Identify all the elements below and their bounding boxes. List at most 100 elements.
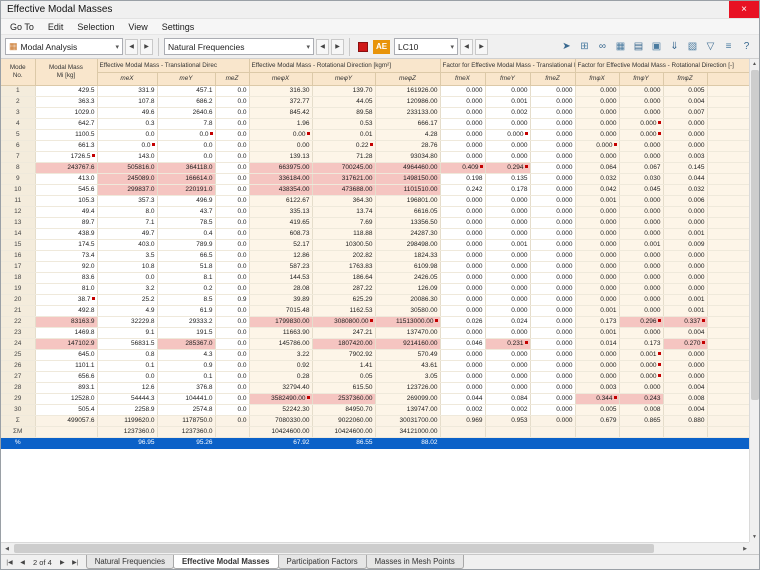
cell[interactable]: 0.000 bbox=[530, 217, 576, 229]
cell[interactable]: 0.173 bbox=[619, 338, 664, 350]
cell[interactable]: 1237360.0 bbox=[157, 426, 216, 438]
cell[interactable]: 0.409 bbox=[440, 162, 486, 174]
menu-selection[interactable]: Selection bbox=[70, 19, 121, 34]
cell[interactable]: 0.000 bbox=[485, 118, 531, 130]
cell[interactable]: 0.000 bbox=[663, 250, 708, 262]
cell[interactable]: 54444.3 bbox=[97, 393, 158, 405]
row-header[interactable]: 16 bbox=[1, 250, 36, 262]
cell[interactable]: 0.000 bbox=[440, 129, 486, 141]
cell[interactable] bbox=[215, 437, 250, 449]
cell[interactable]: 0.000 bbox=[485, 217, 531, 229]
cell[interactable]: 4.28 bbox=[375, 129, 441, 141]
cell[interactable]: 0.000 bbox=[530, 327, 576, 339]
cell[interactable]: 0.92 bbox=[249, 360, 313, 372]
cell[interactable]: 0.000 bbox=[485, 382, 531, 394]
cell[interactable]: 0.0 bbox=[97, 140, 158, 152]
cell[interactable]: 0.000 bbox=[485, 371, 531, 383]
cell[interactable]: 0.001 bbox=[619, 349, 664, 361]
cell[interactable]: 438.9 bbox=[35, 228, 98, 240]
cell[interactable]: 81.0 bbox=[35, 283, 98, 295]
row-header[interactable]: 2 bbox=[1, 96, 36, 108]
cell[interactable] bbox=[530, 437, 576, 449]
row-header[interactable]: 9 bbox=[1, 173, 36, 185]
cell[interactable]: 0.242 bbox=[440, 184, 486, 196]
tab-natural-frequencies[interactable]: Natural Frequencies bbox=[85, 555, 174, 569]
cell[interactable]: 0.000 bbox=[440, 250, 486, 262]
cell[interactable]: 11663.90 bbox=[249, 327, 313, 339]
cell[interactable]: 0.0 bbox=[215, 107, 250, 119]
cell[interactable]: 120986.00 bbox=[375, 96, 441, 108]
cell[interactable]: 0.000 bbox=[440, 272, 486, 284]
cell[interactable]: 0.000 bbox=[530, 360, 576, 372]
cell[interactable]: 30031700.00 bbox=[375, 415, 441, 427]
cell[interactable]: 166614.0 bbox=[157, 173, 216, 185]
cell[interactable]: 49.4 bbox=[35, 206, 98, 218]
cell[interactable]: 10.8 bbox=[97, 261, 158, 273]
analysis-type-combo[interactable]: ▦ Modal Analysis ▾ bbox=[5, 38, 123, 55]
cell[interactable]: 7080330.00 bbox=[249, 415, 313, 427]
cell[interactable]: 0.4 bbox=[157, 228, 216, 240]
cell[interactable]: 6122.67 bbox=[249, 195, 313, 207]
cell[interactable]: 96.95 bbox=[97, 437, 158, 449]
cell[interactable]: 10424600.00 bbox=[249, 426, 313, 438]
cell[interactable]: 0.000 bbox=[440, 85, 486, 97]
cell[interactable]: 0.000 bbox=[530, 283, 576, 295]
cell[interactable]: 7015.48 bbox=[249, 305, 313, 317]
group-header-0[interactable]: Effective Modal Mass - Translational Dir… bbox=[97, 59, 250, 73]
cell[interactable]: 78.5 bbox=[157, 217, 216, 229]
cell[interactable]: 123726.00 bbox=[375, 382, 441, 394]
cell[interactable]: 0.000 bbox=[619, 261, 664, 273]
cell[interactable]: 0.000 bbox=[530, 107, 576, 119]
cell[interactable]: 0.0 bbox=[215, 283, 250, 295]
cell[interactable]: 0.000 bbox=[575, 217, 620, 229]
cell[interactable]: 118.88 bbox=[312, 228, 376, 240]
cell[interactable]: 0.145 bbox=[663, 162, 708, 174]
cell[interactable]: 0.000 bbox=[440, 327, 486, 339]
cell[interactable]: 0.004 bbox=[663, 96, 708, 108]
cell[interactable]: 1.96 bbox=[249, 118, 313, 130]
cell[interactable]: 3.5 bbox=[97, 250, 158, 262]
cell[interactable]: 0.0 bbox=[157, 140, 216, 152]
cell[interactable]: 202.82 bbox=[312, 250, 376, 262]
row-header[interactable]: 17 bbox=[1, 261, 36, 273]
cell[interactable]: 336184.00 bbox=[249, 173, 313, 185]
cell[interactable]: 1763.83 bbox=[312, 261, 376, 273]
cell[interactable]: 0.000 bbox=[575, 283, 620, 295]
cell[interactable]: 625.29 bbox=[312, 294, 376, 306]
cell[interactable]: 83.6 bbox=[35, 272, 98, 284]
row-header[interactable]: 24 bbox=[1, 338, 36, 350]
cell[interactable]: 0.0 bbox=[215, 360, 250, 372]
cell[interactable]: 137470.00 bbox=[375, 327, 441, 339]
cell[interactable]: 0.53 bbox=[312, 118, 376, 130]
cell[interactable] bbox=[215, 426, 250, 438]
cell[interactable]: 2574.8 bbox=[157, 404, 216, 416]
table-view-icon[interactable]: ▦ bbox=[612, 38, 629, 55]
cell[interactable]: 615.50 bbox=[312, 382, 376, 394]
cell[interactable]: 0.000 bbox=[530, 338, 576, 350]
cell[interactable]: 0.270 bbox=[663, 338, 708, 350]
cell[interactable]: 0.000 bbox=[619, 294, 664, 306]
cell[interactable]: 0.000 bbox=[440, 217, 486, 229]
cell[interactable]: 0.000 bbox=[485, 305, 531, 317]
horizontal-scrollbar-thumb[interactable] bbox=[14, 544, 654, 553]
row-header[interactable]: 13 bbox=[1, 217, 36, 229]
cell[interactable]: 0.0 bbox=[215, 338, 250, 350]
row-header[interactable]: 20 bbox=[1, 294, 36, 306]
cell[interactable]: 316.30 bbox=[249, 85, 313, 97]
cell[interactable]: 0.000 bbox=[485, 360, 531, 372]
select-window-icon[interactable]: ⊞ bbox=[576, 38, 593, 55]
cell[interactable]: 0.953 bbox=[485, 415, 531, 427]
cell[interactable]: 372.77 bbox=[249, 96, 313, 108]
cell[interactable] bbox=[35, 426, 98, 438]
cell[interactable] bbox=[575, 437, 620, 449]
cell[interactable]: 2640.6 bbox=[157, 107, 216, 119]
cell[interactable]: 0.000 bbox=[575, 294, 620, 306]
cell[interactable]: 0.000 bbox=[619, 85, 664, 97]
cell[interactable]: 845.42 bbox=[249, 107, 313, 119]
cell[interactable]: 0.044 bbox=[663, 173, 708, 185]
cell[interactable]: 0.001 bbox=[619, 239, 664, 251]
cell[interactable]: 700245.00 bbox=[312, 162, 376, 174]
cell[interactable]: 0.000 bbox=[440, 239, 486, 251]
tab-prev-button[interactable]: ◀ bbox=[16, 556, 29, 568]
cell[interactable]: 144.53 bbox=[249, 272, 313, 284]
